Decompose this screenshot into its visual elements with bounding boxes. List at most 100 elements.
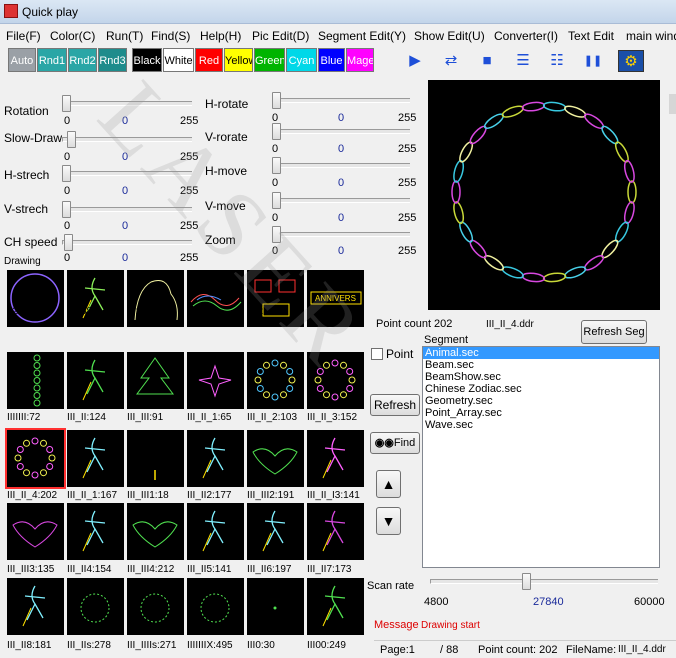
pattern-thumbnail[interactable] bbox=[7, 270, 64, 327]
h-rotate-slider[interactable] bbox=[272, 92, 281, 109]
move-down-button[interactable]: ▼ bbox=[376, 507, 401, 535]
thumbnail-caption: IIIII:20 bbox=[247, 306, 275, 317]
stop-icon[interactable]: ■ bbox=[476, 50, 498, 72]
pattern-thumbnail[interactable] bbox=[187, 503, 244, 560]
move-up-button[interactable]: ▲ bbox=[376, 470, 401, 498]
zoom-label: Zoom bbox=[205, 233, 236, 247]
color-button-cyan[interactable]: Cyan bbox=[286, 48, 317, 72]
point-checkbox[interactable] bbox=[371, 348, 383, 360]
pattern-thumbnail[interactable] bbox=[7, 578, 64, 635]
laser-settings-icon[interactable]: ⚙ bbox=[618, 50, 644, 72]
laser-segment-shape bbox=[453, 159, 465, 183]
pattern-thumbnail[interactable] bbox=[127, 503, 184, 560]
pattern-thumbnail[interactable] bbox=[187, 270, 244, 327]
pattern-thumbnail[interactable] bbox=[67, 270, 124, 327]
menu-item[interactable]: Show Edit(U) bbox=[414, 29, 485, 43]
scan-rate-slider[interactable] bbox=[521, 573, 531, 590]
pattern-thumbnail[interactable] bbox=[127, 352, 184, 409]
segment-grid-icon[interactable]: ☷ bbox=[546, 50, 568, 72]
menu-item[interactable]: Pic Edit(D) bbox=[252, 29, 309, 43]
pattern-thumbnail[interactable] bbox=[127, 578, 184, 635]
pattern-thumbnail[interactable] bbox=[127, 270, 184, 327]
pattern-thumbnail[interactable] bbox=[67, 503, 124, 560]
menu-item[interactable]: File(F) bbox=[6, 29, 41, 43]
slow-draw-slider[interactable] bbox=[66, 131, 76, 148]
slider-min: 0 bbox=[272, 245, 279, 257]
h-move-slider[interactable] bbox=[272, 157, 281, 174]
thumbnail-caption: IIIIII:143 bbox=[307, 306, 344, 317]
pattern-thumbnail[interactable] bbox=[307, 578, 364, 635]
loop-icon[interactable]: ⇄ bbox=[440, 50, 462, 72]
laser-segment-shape bbox=[627, 180, 637, 204]
color-button-red[interactable]: Red bbox=[195, 48, 223, 72]
pattern-thumbnail[interactable] bbox=[67, 352, 124, 409]
color-button-rnd2[interactable]: Rnd2 bbox=[68, 48, 97, 72]
pattern-thumbnail[interactable] bbox=[307, 430, 364, 487]
thumbnail-caption: IIIIIIIX:495 bbox=[187, 640, 233, 651]
segment-list-item[interactable]: Chinese Zodiac.sec bbox=[423, 383, 659, 395]
refresh-seg-button[interactable]: Refresh Seg bbox=[581, 320, 647, 344]
pattern-thumbnail[interactable] bbox=[247, 578, 304, 635]
zoom-slider[interactable] bbox=[272, 226, 281, 243]
color-button-rnd3[interactable]: Rnd3 bbox=[98, 48, 127, 72]
pattern-thumbnail[interactable] bbox=[247, 270, 304, 327]
pattern-thumbnail[interactable] bbox=[187, 352, 244, 409]
segment-list-item[interactable]: Beam.sec bbox=[423, 359, 659, 371]
thumbnail-caption: III_II_3:152 bbox=[307, 412, 358, 423]
pattern-thumbnail[interactable] bbox=[187, 578, 244, 635]
v-move-slider[interactable] bbox=[272, 192, 281, 209]
menu-item[interactable]: Help(H) bbox=[200, 29, 241, 43]
pattern-thumbnail[interactable]: ANNIVERS bbox=[307, 270, 364, 327]
color-button-rnd1[interactable]: Rnd1 bbox=[37, 48, 67, 72]
menu-item[interactable]: Text Edit bbox=[568, 29, 614, 43]
pattern-preview-shape bbox=[322, 437, 346, 479]
laser-segment-shape bbox=[542, 101, 567, 112]
menu-item[interactable]: Color(C) bbox=[50, 29, 95, 43]
v-strech-slider[interactable] bbox=[62, 201, 71, 218]
color-button-auto[interactable]: Auto bbox=[8, 48, 36, 72]
pattern-thumbnail[interactable] bbox=[67, 430, 124, 487]
color-button-blue[interactable]: Blue bbox=[318, 48, 345, 72]
pattern-thumbnail[interactable] bbox=[307, 503, 364, 560]
menu-item[interactable]: main wind bbox=[626, 29, 676, 43]
pattern-preview-shape bbox=[132, 521, 178, 548]
pattern-thumbnail[interactable] bbox=[307, 352, 364, 409]
color-button-yellow[interactable]: Yellow bbox=[224, 48, 253, 72]
pattern-thumbnail[interactable] bbox=[127, 430, 184, 487]
pattern-thumbnail[interactable] bbox=[7, 503, 64, 560]
find-button[interactable]: ◉◉Find bbox=[370, 432, 420, 454]
segment-list-item[interactable]: Geometry.sec bbox=[423, 395, 659, 407]
play-icon[interactable]: ▶ bbox=[404, 50, 426, 72]
color-button-black[interactable]: Black bbox=[132, 48, 162, 72]
menu-item[interactable]: Converter(I) bbox=[494, 29, 558, 43]
pattern-thumbnail[interactable] bbox=[187, 430, 244, 487]
rotation-slider[interactable] bbox=[62, 95, 71, 112]
title-bar: Quick play bbox=[0, 0, 676, 24]
pattern-thumbnail[interactable] bbox=[67, 578, 124, 635]
arrow-up-icon: ▲ bbox=[381, 476, 396, 492]
v-rorate-slider[interactable] bbox=[272, 123, 281, 140]
segment-list-icon[interactable]: ☰ bbox=[512, 50, 534, 72]
menu-item[interactable]: Segment Edit(Y) bbox=[318, 29, 406, 43]
segment-list-item[interactable]: BeamShow.sec bbox=[423, 371, 659, 383]
ch-speed-slider[interactable] bbox=[64, 234, 74, 251]
pattern-thumbnail[interactable] bbox=[247, 352, 304, 409]
pause-icon[interactable]: ❚❚ bbox=[582, 50, 604, 72]
menu-item[interactable]: Find(S) bbox=[151, 29, 190, 43]
pattern-thumbnail[interactable] bbox=[247, 503, 304, 560]
refresh-button[interactable]: Refresh bbox=[370, 394, 420, 416]
laser-segment-shape bbox=[521, 101, 546, 112]
segment-list-item[interactable]: Animal.sec bbox=[423, 347, 659, 359]
h-strech-slider[interactable] bbox=[62, 165, 71, 182]
menu-item[interactable]: Run(T) bbox=[106, 29, 143, 43]
segment-list[interactable]: Animal.sec Beam.sec BeamShow.sec Chinese Zo… bbox=[422, 346, 660, 568]
pattern-thumbnail[interactable] bbox=[247, 430, 304, 487]
pattern-thumbnail[interactable] bbox=[5, 428, 66, 489]
color-button-white[interactable]: White bbox=[163, 48, 194, 72]
segment-list-item[interactable]: Point_Array.sec bbox=[423, 407, 659, 419]
pattern-thumbnail[interactable] bbox=[7, 352, 64, 409]
segment-list-item[interactable]: Wave.sec bbox=[423, 419, 659, 431]
thumbnail-caption: III_II7:173 bbox=[307, 564, 352, 575]
color-button-green[interactable]: Green bbox=[254, 48, 285, 72]
color-button-mage[interactable]: Mage bbox=[346, 48, 374, 72]
